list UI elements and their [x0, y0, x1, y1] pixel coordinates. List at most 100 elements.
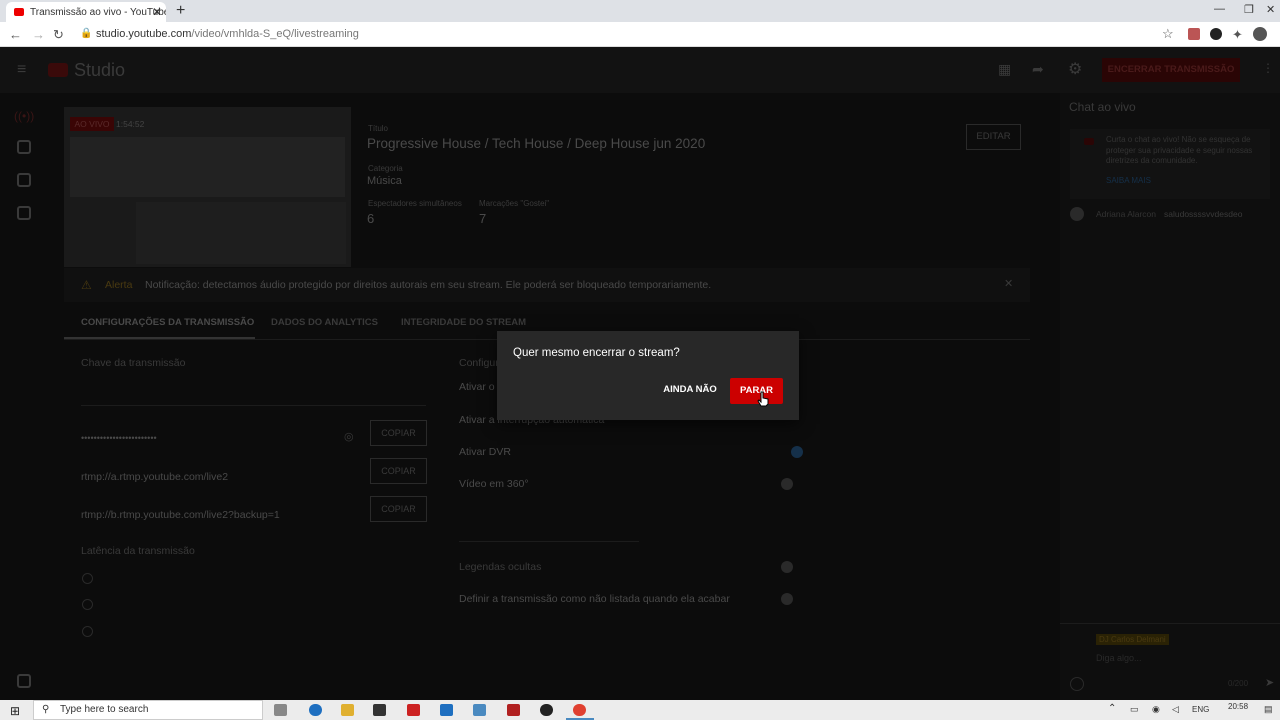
rtmp-backup-url[interactable]: rtmp://b.rtmp.youtube.com/live2?backup=1	[81, 509, 280, 521]
obs-icon[interactable]	[540, 704, 553, 716]
url-field[interactable]: studio.youtube.com/video/vmhlda-S_eQ/liv…	[96, 28, 359, 40]
key-select-underline	[81, 405, 426, 406]
browser-tab[interactable]: Transmissão ao vivo - YouTube S ✕	[6, 2, 166, 22]
stream-key-field[interactable]: ••••••••••••••••••••••••	[81, 433, 157, 443]
copy-url-button[interactable]: COPIAR	[370, 458, 427, 484]
close-tab-icon[interactable]: ✕	[152, 5, 162, 19]
live-chat-panel: Chat ao vivo Curta o chat ao vivo! Não s…	[1060, 93, 1280, 700]
forward-icon[interactable]: →	[32, 27, 45, 42]
category-label: Categoria	[368, 164, 403, 173]
chat-title: Chat ao vivo	[1069, 100, 1136, 114]
copy-backup-button[interactable]: COPIAR	[370, 496, 427, 522]
tab-stream-settings[interactable]: CONFIGURAÇÕES DA TRANSMISSÃO	[81, 317, 254, 328]
extensions-puzzle-icon[interactable]: ✦	[1232, 27, 1243, 43]
feedback-icon[interactable]	[17, 674, 31, 688]
content-icon[interactable]	[17, 206, 31, 220]
visibility-off-icon[interactable]: ◎	[344, 430, 354, 443]
volume-icon[interactable]: ◁	[1172, 704, 1179, 715]
extension-icon[interactable]	[1188, 28, 1200, 40]
likes-label: Marcações "Gostei"	[479, 199, 550, 208]
dvr-toggle[interactable]	[791, 446, 803, 458]
send-icon[interactable]: ➤	[1265, 676, 1274, 689]
video360-toggle[interactable]	[781, 478, 793, 490]
tab-stream-health[interactable]: INTEGRIDADE DO STREAM	[401, 317, 526, 328]
copy-key-button[interactable]: COPIAR	[370, 420, 427, 446]
app-icon[interactable]	[473, 704, 486, 716]
windows-start-icon[interactable]: ⊞	[10, 704, 20, 718]
latency-radio[interactable]	[82, 626, 93, 637]
stream-preview: AO VIVO 1:54:52	[64, 107, 351, 267]
live-badge: AO VIVO	[70, 117, 114, 131]
latency-radio[interactable]	[82, 599, 93, 610]
youtube-favicon-icon	[14, 8, 24, 16]
store-icon[interactable]	[373, 704, 386, 716]
edit-button[interactable]: EDITAR	[966, 124, 1021, 150]
chat-message: saludossssvvdesdeo	[1164, 209, 1243, 219]
tab-bar: Transmissão ao vivo - YouTube S ✕ + — ❐ …	[0, 0, 1280, 22]
windows-taskbar: ⊞ ⚲ Type here to search ⌃ ▭ ◉ ◁ ENG 20:5…	[0, 700, 1280, 720]
new-tab-icon[interactable]: +	[176, 2, 185, 20]
hand-cursor-icon	[757, 391, 769, 407]
share-icon[interactable]: ➦	[1032, 61, 1044, 78]
bookmark-star-icon[interactable]: ☆	[1162, 26, 1174, 42]
tab-title: Transmissão ao vivo - YouTube S	[30, 7, 166, 18]
end-stream-button[interactable]: ENCERRAR TRANSMISSÃO	[1102, 58, 1240, 82]
latency-radio[interactable]	[82, 573, 93, 584]
back-icon[interactable]: ←	[9, 27, 22, 42]
reload-icon[interactable]: ↻	[53, 27, 64, 43]
notifications-icon[interactable]: ▤	[1264, 704, 1273, 715]
rtmp-primary-url[interactable]: rtmp://a.rtmp.youtube.com/live2	[81, 471, 228, 483]
chrome-icon[interactable]	[573, 704, 586, 716]
alert-text: Notificação: detectamos áudio protegido …	[145, 279, 712, 291]
unlisted-label: Definir a transmissão como não listada q…	[459, 593, 730, 605]
unlisted-toggle[interactable]	[781, 593, 793, 605]
calendar-icon[interactable]	[17, 173, 31, 187]
studio-header: ≡ Studio ▦ ➦ ⚙ ENCERRAR TRANSMISSÃO ⋮	[0, 47, 1280, 93]
elapsed-time: 1:54:52	[116, 119, 145, 129]
stream-key-heading: Chave da transmissão	[81, 357, 186, 369]
search-placeholder: Type here to search	[60, 704, 149, 715]
tray-icon[interactable]: ◉	[1152, 704, 1160, 715]
file-explorer-icon[interactable]	[341, 704, 354, 716]
emoji-icon[interactable]	[1070, 677, 1084, 691]
tray-chevron-icon[interactable]: ⌃	[1108, 703, 1116, 714]
studio-logo[interactable]: Studio	[74, 60, 125, 81]
app-icon[interactable]	[407, 704, 420, 716]
dvr-label: Ativar DVR	[459, 446, 511, 458]
cancel-button[interactable]: AINDA NÃO	[657, 379, 723, 401]
copyright-alert: ⚠ Alerta Notificação: detectamos áudio p…	[64, 268, 1030, 302]
language-indicator[interactable]: ENG	[1192, 705, 1209, 714]
menu-icon[interactable]: ≡	[17, 61, 26, 79]
viewers-count: 6	[367, 211, 375, 226]
chat-welcome-card: Curta o chat ao vivo! Não se esqueça de …	[1070, 129, 1270, 199]
dj-deck-image	[70, 137, 345, 197]
camera-icon[interactable]	[17, 140, 31, 154]
track-list-image	[136, 202, 346, 264]
alert-label: Alerta	[105, 279, 133, 291]
edge-icon[interactable]	[309, 704, 322, 716]
live-icon[interactable]: ((•))	[14, 109, 34, 123]
taskbar-search[interactable]: ⚲ Type here to search	[33, 700, 263, 720]
chat-input[interactable]: Diga algo...	[1096, 653, 1142, 663]
end-stream-dialog: Quer mesmo encerrar o stream? AINDA NÃO …	[497, 331, 799, 420]
maximize-icon[interactable]: ❐	[1244, 3, 1254, 16]
app-icon[interactable]	[507, 704, 520, 716]
minimize-icon[interactable]: —	[1214, 3, 1225, 15]
learn-more-link[interactable]: SAIBA MAIS	[1106, 176, 1151, 185]
captions-toggle[interactable]	[781, 561, 793, 573]
captions-label: Legendas ocultas	[459, 561, 542, 573]
clapperboard-icon[interactable]: ▦	[998, 61, 1011, 78]
tab-analytics[interactable]: DADOS DO ANALYTICS	[271, 317, 378, 328]
profile-avatar[interactable]	[1253, 27, 1267, 41]
network-icon[interactable]: ▭	[1130, 704, 1139, 715]
settings-gear-icon[interactable]: ⚙	[1068, 59, 1082, 79]
latency-heading: Latência da transmissão	[81, 545, 195, 557]
task-view-icon[interactable]	[274, 704, 287, 716]
mail-icon[interactable]	[440, 704, 453, 716]
close-window-icon[interactable]: ✕	[1266, 3, 1275, 16]
close-alert-icon[interactable]: ✕	[1004, 277, 1013, 290]
clock[interactable]: 20:58	[1228, 702, 1248, 711]
likes-count: 7	[479, 211, 487, 226]
more-vert-icon[interactable]: ⋮	[1262, 61, 1274, 75]
extension-icon[interactable]	[1210, 28, 1222, 40]
